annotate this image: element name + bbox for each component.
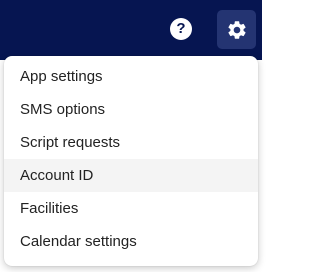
help-icon[interactable]: ? [170,18,192,40]
page: ? App settings SMS options Script reques… [0,0,262,272]
menu-item-sms-options[interactable]: SMS options [4,93,258,126]
settings-button[interactable] [217,10,256,49]
settings-dropdown-menu: App settings SMS options Script requests… [4,56,258,266]
top-app-bar: ? [0,0,262,60]
gear-icon [226,19,248,41]
menu-item-script-requests[interactable]: Script requests [4,126,258,159]
menu-item-facilities[interactable]: Facilities [4,192,258,225]
menu-item-calendar-settings[interactable]: Calendar settings [4,225,258,258]
menu-item-account-id[interactable]: Account ID [4,159,258,192]
menu-item-app-settings[interactable]: App settings [4,60,258,93]
